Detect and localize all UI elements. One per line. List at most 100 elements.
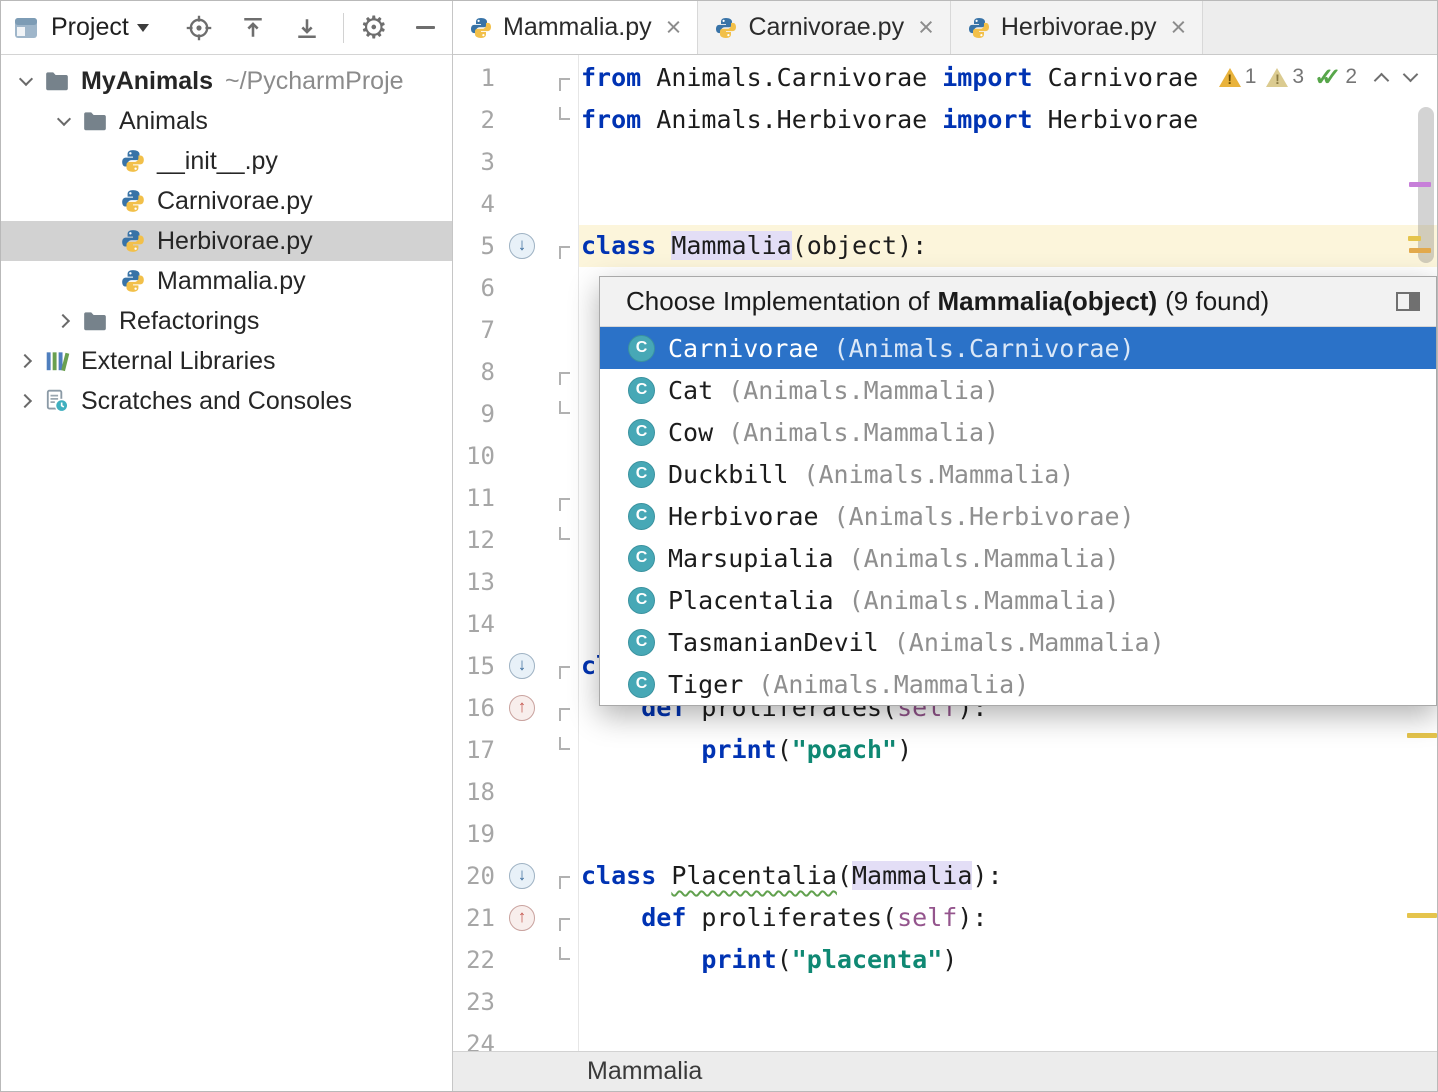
implemented-gutter-icon[interactable]: ↓	[509, 653, 535, 679]
fold-marker-icon[interactable]	[559, 708, 570, 721]
code-line-22[interactable]: print("placenta")	[579, 939, 1437, 981]
line-number[interactable]: 9	[453, 393, 495, 435]
tree-item-myanimals[interactable]: MyAnimals~/PycharmProje	[1, 61, 452, 101]
overrides-gutter-icon[interactable]: ↑	[509, 695, 535, 721]
tree-item-animals[interactable]: Animals	[1, 101, 452, 141]
code-line-20[interactable]: class Placentalia(Mammalia):	[579, 855, 1437, 897]
collapse-all-icon[interactable]	[293, 14, 321, 42]
line-number[interactable]: 15	[453, 645, 495, 687]
tab-close-icon[interactable]: ×	[1171, 14, 1187, 41]
implementation-item-cow[interactable]: CCow(Animals.Mammalia)	[600, 411, 1436, 453]
weak-warning-icon[interactable]: !	[1266, 68, 1288, 87]
expand-all-icon[interactable]	[239, 14, 267, 42]
implementation-item-cat[interactable]: CCat(Animals.Mammalia)	[600, 369, 1436, 411]
line-number[interactable]: 21	[453, 897, 495, 939]
breadcrumb-item[interactable]: Mammalia	[587, 1057, 702, 1086]
tree-item-external-libraries[interactable]: External Libraries	[1, 341, 452, 381]
tree-item-init-py[interactable]: __init__.py	[1, 141, 452, 181]
locate-file-icon[interactable]	[185, 14, 213, 42]
implemented-gutter-icon[interactable]: ↓	[509, 233, 535, 259]
next-problem-icon[interactable]	[1403, 67, 1419, 83]
line-number[interactable]: 13	[453, 561, 495, 603]
line-number[interactable]: 23	[453, 981, 495, 1023]
code-line-5[interactable]: class Mammalia(object):	[579, 225, 1437, 267]
settings-gear-icon[interactable]: ⚙	[360, 12, 388, 43]
code-line-24[interactable]	[579, 1023, 1437, 1051]
overrides-gutter-icon[interactable]: ↑	[509, 905, 535, 931]
line-number[interactable]: 16	[453, 687, 495, 729]
line-number[interactable]: 6	[453, 267, 495, 309]
code-line-2[interactable]: from Animals.Herbivorae import Herbivora…	[579, 99, 1437, 141]
implementation-item-carnivorae[interactable]: CCarnivorae(Animals.Carnivorae)	[600, 327, 1436, 369]
line-number[interactable]: 7	[453, 309, 495, 351]
tree-chevron-icon[interactable]	[49, 316, 79, 326]
hide-panel-icon[interactable]	[416, 26, 435, 29]
line-number[interactable]: 12	[453, 519, 495, 561]
implementation-item-tiger[interactable]: CTiger(Animals.Mammalia)	[600, 663, 1436, 705]
tree-chevron-icon[interactable]	[11, 396, 41, 406]
tab-close-icon[interactable]: ×	[666, 14, 682, 41]
implementation-item-herbivorae[interactable]: CHerbivorae(Animals.Herbivorae)	[600, 495, 1436, 537]
prev-problem-icon[interactable]	[1374, 73, 1390, 89]
stripe-mark[interactable]	[1408, 236, 1421, 241]
code-line-23[interactable]	[579, 981, 1437, 1023]
tree-item-refactorings[interactable]: Refactorings	[1, 301, 452, 341]
line-number[interactable]: 5	[453, 225, 495, 267]
stripe-mark[interactable]	[1409, 248, 1431, 253]
line-number[interactable]: 17	[453, 729, 495, 771]
tree-chevron-icon[interactable]	[11, 79, 41, 84]
line-number[interactable]: 11	[453, 477, 495, 519]
code-line-18[interactable]	[579, 771, 1437, 813]
tree-item-herbivorae-py[interactable]: Herbivorae.py	[1, 221, 452, 261]
fold-marker-icon[interactable]	[559, 246, 570, 259]
warning-icon[interactable]: !	[1219, 68, 1241, 87]
fold-marker-icon[interactable]	[559, 498, 570, 511]
line-number[interactable]: 3	[453, 141, 495, 183]
tree-item-scratches-and-consoles[interactable]: Scratches and Consoles	[1, 381, 452, 421]
project-view-selector[interactable]: Project	[51, 13, 149, 42]
implementation-item-tasmaniandevil[interactable]: CTasmanianDevil(Animals.Mammalia)	[600, 621, 1436, 663]
fold-marker-icon[interactable]	[559, 947, 570, 960]
fold-marker-icon[interactable]	[559, 107, 570, 120]
line-number[interactable]: 10	[453, 435, 495, 477]
line-number[interactable]: 19	[453, 813, 495, 855]
tree-item-carnivorae-py[interactable]: Carnivorae.py	[1, 181, 452, 221]
implementation-item-duckbill[interactable]: CDuckbill(Animals.Mammalia)	[600, 453, 1436, 495]
fold-marker-icon[interactable]	[559, 918, 570, 931]
code-line-21[interactable]: def proliferates(self):	[579, 897, 1437, 939]
fold-marker-icon[interactable]	[559, 666, 570, 679]
fold-marker-icon[interactable]	[559, 78, 570, 91]
editor-tab-herbivorae-py[interactable]: Herbivorae.py×	[951, 1, 1203, 54]
stripe-mark[interactable]	[1407, 913, 1437, 918]
tree-chevron-icon[interactable]	[11, 356, 41, 366]
editor-tab-carnivorae-py[interactable]: Carnivorae.py×	[698, 1, 950, 54]
line-number[interactable]: 1	[453, 57, 495, 99]
code-line-4[interactable]	[579, 183, 1437, 225]
fold-marker-icon[interactable]	[559, 876, 570, 889]
fold-marker-icon[interactable]	[559, 737, 570, 750]
editor-gutter[interactable]: 1 23 45 ↓ 6789101112131415 ↓ 16 ↑ 17181920 ↓ 21 ↑ 2 2…	[453, 55, 579, 1051]
line-number[interactable]: 4	[453, 183, 495, 225]
checks-passed-icon[interactable]: ✓✓	[1314, 63, 1341, 92]
tree-chevron-icon[interactable]	[49, 119, 79, 124]
tab-close-icon[interactable]: ×	[918, 14, 934, 41]
line-number[interactable]: 14	[453, 603, 495, 645]
line-number[interactable]: 18	[453, 771, 495, 813]
tool-window-icon[interactable]	[13, 15, 39, 41]
fold-marker-icon[interactable]	[559, 372, 570, 385]
code-line-19[interactable]	[579, 813, 1437, 855]
fold-marker-icon[interactable]	[559, 527, 570, 540]
line-number[interactable]: 2	[453, 99, 495, 141]
line-number[interactable]: 24	[453, 1023, 495, 1051]
open-as-tool-window-icon[interactable]	[1396, 292, 1420, 311]
implementation-item-placentalia[interactable]: CPlacentalia(Animals.Mammalia)	[600, 579, 1436, 621]
line-number[interactable]: 8	[453, 351, 495, 393]
line-number[interactable]: 20	[453, 855, 495, 897]
implemented-gutter-icon[interactable]: ↓	[509, 863, 535, 889]
stripe-mark[interactable]	[1409, 182, 1431, 187]
tree-item-mammalia-py[interactable]: Mammalia.py	[1, 261, 452, 301]
code-line-17[interactable]: print("poach")	[579, 729, 1437, 771]
implementation-item-marsupialia[interactable]: CMarsupialia(Animals.Mammalia)	[600, 537, 1436, 579]
fold-marker-icon[interactable]	[559, 401, 570, 414]
code-line-3[interactable]	[579, 141, 1437, 183]
